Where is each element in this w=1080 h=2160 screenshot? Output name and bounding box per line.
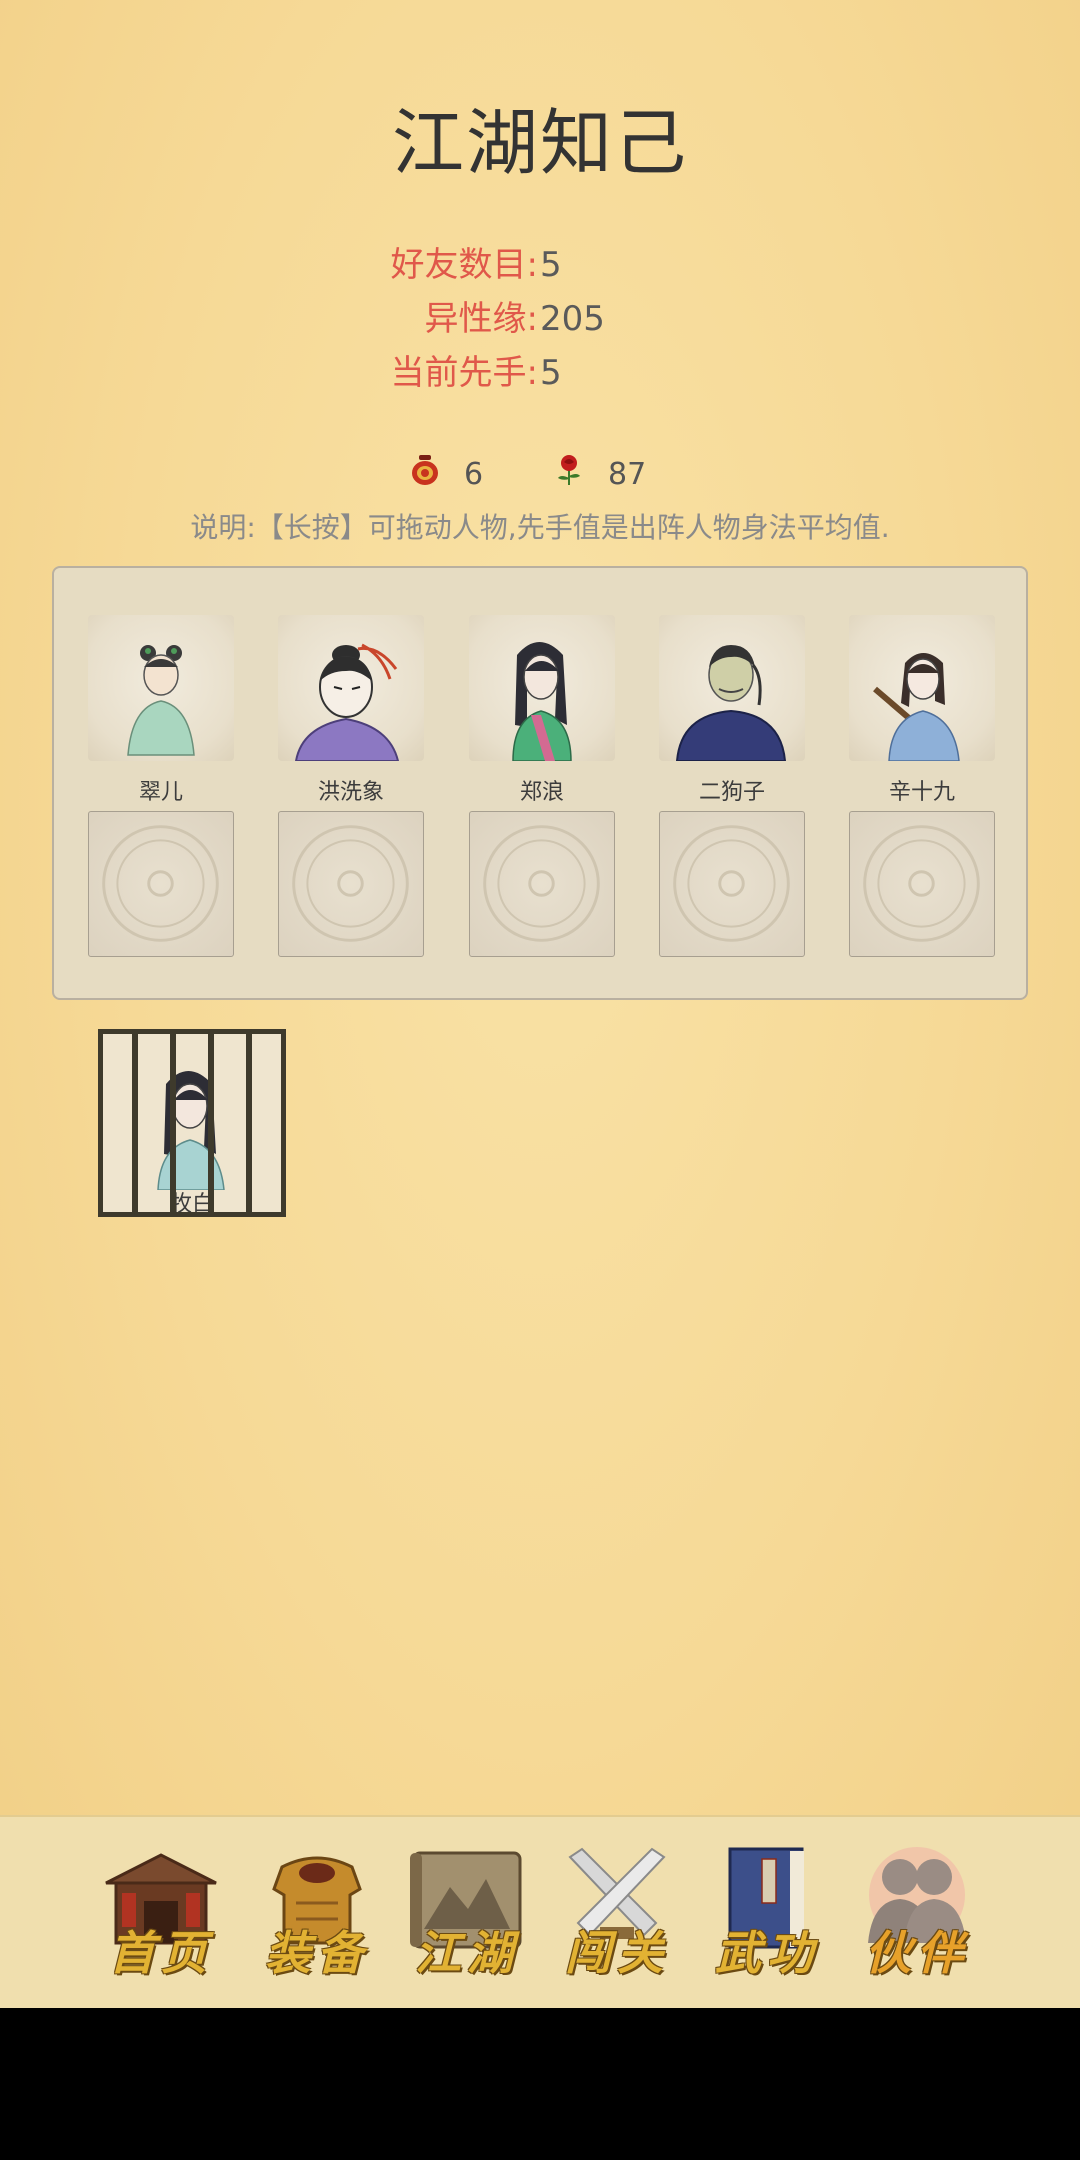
companion-slot-2[interactable] bbox=[278, 615, 424, 762]
stat-value: 5 bbox=[540, 245, 562, 285]
cage-bars-icon bbox=[132, 1034, 252, 1212]
wine-count: 6 bbox=[464, 456, 484, 492]
companion-name: 翠儿 bbox=[138, 780, 183, 805]
stat-initiative: 当前先手: 5 bbox=[0, 351, 1080, 395]
young-warrior-portrait-icon bbox=[873, 653, 960, 762]
screen: 江湖知己 好友数目: 5 异性缘: 205 当前先手: 5 6 87 说明:【长… bbox=[0, 0, 1080, 2008]
companion-slot-3[interactable] bbox=[469, 615, 615, 762]
nav-label: 首页 bbox=[109, 1926, 213, 1980]
companion-name: 郑浪 bbox=[519, 780, 564, 805]
companion-slot-5[interactable] bbox=[849, 615, 995, 762]
girl-portrait-icon bbox=[127, 645, 195, 756]
stat-charm: 异性缘: 205 bbox=[0, 297, 1080, 341]
bottom-nav: 首页 装备 江湖 闯关 武功 伙伴 bbox=[0, 1815, 1080, 2008]
nav-jianghu[interactable]: 江湖 bbox=[402, 1843, 532, 1983]
companion-slot-1[interactable] bbox=[88, 615, 234, 761]
stat-value: 205 bbox=[540, 299, 605, 339]
resource-rose: 87 bbox=[554, 454, 646, 494]
formation-panel: 翠儿 洪洗象 郑浪 二狗子 辛十九 bbox=[52, 566, 1028, 1000]
rose-count: 87 bbox=[608, 456, 647, 492]
instruction-note: 说明:【长按】可拖动人物,先手值是出阵人物身法平均值. bbox=[190, 511, 890, 544]
nav-label: 武功 bbox=[715, 1926, 819, 1980]
bronze-mirror-icon bbox=[292, 825, 409, 942]
nav-home[interactable]: 首页 bbox=[96, 1843, 226, 1983]
bronze-mirror-icon bbox=[673, 825, 790, 942]
rose-icon bbox=[554, 454, 584, 494]
empty-slot[interactable] bbox=[659, 811, 805, 957]
companion-name: 二狗子 bbox=[698, 780, 765, 805]
nav-partners[interactable]: 伙伴 bbox=[852, 1843, 982, 1983]
companion-name: 辛十九 bbox=[888, 780, 955, 805]
companion-name: 洪洗象 bbox=[317, 780, 384, 805]
nav-label: 闯关 bbox=[565, 1926, 669, 1980]
empty-slot[interactable] bbox=[469, 811, 615, 957]
stat-value: 5 bbox=[540, 353, 562, 393]
nav-label: 装备 bbox=[265, 1926, 369, 1980]
wine-jar-icon bbox=[410, 454, 440, 494]
resource-wine: 6 bbox=[410, 454, 483, 494]
nav-label: 伙伴 bbox=[865, 1926, 969, 1980]
lady-portrait-icon bbox=[512, 642, 572, 762]
peasant-portrait-icon bbox=[675, 645, 787, 762]
nav-equipment[interactable]: 装备 bbox=[252, 1843, 382, 1983]
nav-martial-arts[interactable]: 武功 bbox=[702, 1843, 832, 1983]
empty-slot[interactable] bbox=[849, 811, 995, 957]
jailed-companion[interactable]: 牧白 bbox=[98, 1029, 286, 1217]
stat-label: 好友数目: bbox=[390, 245, 538, 285]
bronze-mirror-icon bbox=[863, 825, 980, 942]
resource-bar: 6 87 bbox=[0, 454, 1080, 494]
empty-slot[interactable] bbox=[278, 811, 424, 957]
stat-label: 当前先手: bbox=[390, 353, 538, 393]
stat-label: 异性缘: bbox=[424, 299, 538, 339]
page-title: 江湖知己 bbox=[391, 101, 688, 185]
nav-challenge[interactable]: 闯关 bbox=[552, 1843, 682, 1983]
stat-friend-count: 好友数目: 5 bbox=[0, 243, 1080, 287]
bronze-mirror-icon bbox=[102, 825, 219, 942]
swordsman-portrait-icon bbox=[294, 643, 400, 762]
companion-slot-4[interactable] bbox=[659, 615, 805, 762]
nav-label: 江湖 bbox=[415, 1926, 519, 1980]
empty-slot[interactable] bbox=[88, 811, 234, 957]
bronze-mirror-icon bbox=[483, 825, 600, 942]
